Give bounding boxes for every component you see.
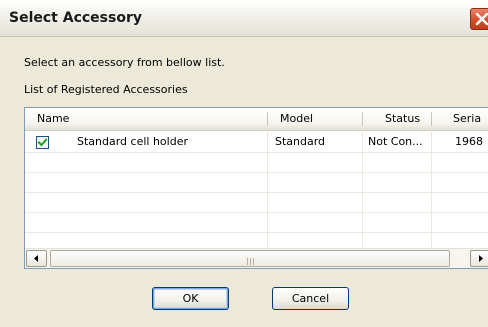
column-divider [267,112,268,126]
arrow-left-icon [34,255,38,262]
column-divider [431,112,432,126]
grid-line [25,212,488,213]
list-label: List of Registered Accessories [24,83,188,96]
accessory-checkbox[interactable] [36,136,49,149]
checkmark-icon [37,138,48,147]
column-divider [362,112,363,126]
scroll-left-button[interactable] [26,250,47,267]
cell-status: Not Con... [368,135,423,148]
instruction-text: Select an accessory from bellow list. [24,56,225,69]
grid-line [25,192,488,193]
arrow-right-icon [479,255,483,262]
horizontal-scrollbar[interactable] [25,248,488,268]
close-icon [475,12,488,26]
grid-line [25,232,488,233]
grid-line [25,172,488,173]
column-header-serial[interactable]: Seria [453,108,488,130]
cell-name: Standard cell holder [77,135,188,148]
column-header-status[interactable]: Status [385,108,430,130]
grid-line [25,152,488,153]
grid-line [431,130,432,248]
scroll-right-button[interactable] [470,250,488,267]
cell-model: Standard [275,135,326,148]
cancel-button[interactable]: Cancel [272,287,349,310]
accessories-list[interactable]: Name Model Status Seria Standard cell ho… [24,107,488,269]
grid-line [267,130,268,248]
ok-button[interactable]: OK [152,287,229,310]
cell-serial: 1968 [455,135,483,148]
list-header: Name Model Status Seria [25,108,488,131]
title-bar[interactable]: Select Accessory [0,0,488,37]
column-header-model[interactable]: Model [280,108,360,130]
scrollbar-thumb[interactable] [50,250,450,267]
grid-line [362,130,363,248]
select-accessory-dialog: Select Accessory Select an accessory fro… [0,0,488,327]
column-header-name[interactable]: Name [37,108,262,130]
close-button[interactable] [470,8,488,30]
window-title: Select Accessory [9,10,142,26]
scrollbar-grip [247,255,256,268]
